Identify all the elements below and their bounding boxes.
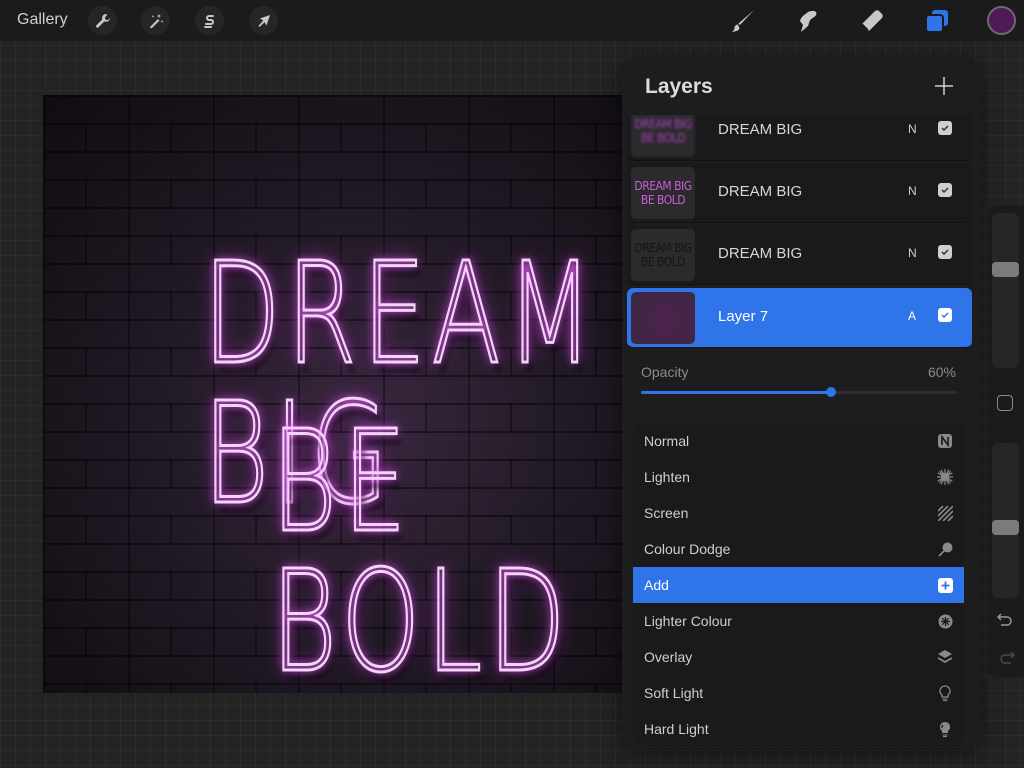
blend-mode-list: Normal Lighten Screen Colour Dodge Add L… — [633, 423, 964, 743]
plus-square-icon — [937, 577, 953, 593]
transform-button[interactable] — [249, 6, 278, 35]
blend-mode-colour-dodge[interactable]: Colour Dodge — [633, 531, 964, 567]
layer-blend-mode[interactable]: N — [908, 122, 917, 136]
layer-row[interactable]: DREAM BIG BE BOLD DREAM BIG N — [627, 163, 972, 223]
redo-button[interactable] — [996, 650, 1016, 666]
layer-visibility-checkbox[interactable] — [938, 245, 952, 259]
paint-tool-button[interactable] — [728, 6, 758, 36]
layer-row[interactable]: DREAM BIG BE BOLD DREAM BIG N — [627, 225, 972, 285]
layer-name: DREAM BIG — [718, 245, 803, 262]
selection-button[interactable] — [195, 6, 224, 35]
lightbulb-filled-icon — [937, 721, 953, 737]
brush-opacity-slider[interactable] — [992, 443, 1019, 598]
brush-size-slider[interactable] — [992, 213, 1019, 368]
arrow-cursor-icon — [258, 14, 270, 27]
gallery-button[interactable]: Gallery — [17, 11, 68, 29]
wrench-icon — [95, 13, 110, 28]
layer-visibility-checkbox[interactable] — [938, 183, 952, 197]
magic-wand-icon — [149, 13, 163, 28]
plus-icon — [935, 77, 953, 95]
checkmark-icon — [941, 125, 949, 132]
undo-button[interactable] — [996, 612, 1016, 628]
layer-visibility-checkbox[interactable] — [938, 308, 952, 322]
opacity-slider-fill — [641, 391, 831, 394]
square-icon[interactable] — [997, 395, 1013, 411]
stack-layers-icon — [937, 649, 953, 665]
blend-mode-hard-light[interactable]: Hard Light — [633, 711, 964, 743]
n-badge-icon — [937, 433, 953, 449]
blend-mode-add-selected[interactable]: Add — [633, 567, 964, 603]
layer-name: Layer 7 — [718, 308, 769, 325]
brush-size-slider-thumb[interactable] — [992, 262, 1019, 277]
layer-name: DREAM BIG — [718, 121, 803, 138]
blend-mode-lighten[interactable]: Lighten — [633, 459, 964, 495]
blend-mode-normal[interactable]: Normal — [633, 423, 964, 459]
adjustments-button[interactable] — [141, 6, 170, 35]
top-toolbar: Gallery — [0, 0, 1024, 41]
layers-panel: Layers DREAM BIG BE BOLD DREAM BIG N DRE… — [622, 58, 980, 748]
opacity-value: 60% — [927, 364, 956, 380]
checkmark-icon — [941, 312, 949, 319]
smudge-tool-button[interactable] — [792, 6, 822, 36]
undo-icon — [997, 613, 1012, 626]
layers-tool-button[interactable] — [922, 6, 952, 36]
checkmark-icon — [941, 249, 949, 256]
sunburst-icon — [937, 469, 953, 485]
opacity-label: Opacity — [641, 364, 689, 380]
layers-panel-title: Layers — [645, 75, 713, 98]
blend-mode-soft-light[interactable]: Soft Light — [633, 675, 964, 711]
actions-button[interactable] — [88, 6, 117, 35]
layer-thumbnail: DREAM BIG BE BOLD — [631, 167, 695, 219]
layer-thumbnail: DREAM BIG BE BOLD — [631, 115, 695, 157]
opacity-slider-knob[interactable] — [825, 387, 836, 397]
side-toolbar — [987, 205, 1024, 677]
layer-blend-mode[interactable]: N — [908, 184, 917, 198]
artwork-canvas[interactable]: DREAM BIG BE BOLD — [43, 95, 623, 693]
redo-icon — [1000, 651, 1015, 664]
dodge-tool-icon — [937, 541, 953, 557]
layers-icon — [925, 10, 948, 33]
color-picker-button[interactable] — [987, 6, 1016, 35]
opacity-slider[interactable] — [641, 387, 957, 397]
neon-text-line-2: BE BOLD — [270, 401, 572, 693]
blend-mode-lighter-colour[interactable]: Lighter Colour — [633, 603, 964, 639]
layer-name: DREAM BIG — [718, 183, 803, 200]
blend-mode-overlay[interactable]: Overlay — [633, 639, 964, 675]
erase-tool-button[interactable] — [858, 6, 888, 36]
hatched-square-icon — [937, 505, 953, 521]
layer-thumbnail: DREAM BIG BE BOLD — [631, 229, 695, 281]
brush-opacity-slider-thumb[interactable] — [992, 520, 1019, 535]
lightbulb-outline-icon — [937, 685, 953, 701]
layer-row-selected[interactable]: Layer 7 A — [627, 288, 972, 348]
eraser-icon — [861, 10, 883, 31]
smudge-finger-icon — [800, 10, 817, 33]
layer-row[interactable]: DREAM BIG BE BOLD DREAM BIG N — [627, 115, 972, 161]
layer-visibility-checkbox[interactable] — [938, 121, 952, 135]
layer-thumbnail — [631, 292, 695, 344]
layer-list: DREAM BIG BE BOLD DREAM BIG N DREAM BIG … — [627, 115, 972, 355]
layer-blend-mode[interactable]: N — [908, 246, 917, 260]
brush-icon — [731, 10, 754, 32]
add-layer-button[interactable] — [932, 74, 956, 98]
layer-blend-mode[interactable]: A — [908, 309, 916, 323]
blend-mode-screen[interactable]: Screen — [633, 495, 964, 531]
selection-s-icon — [203, 14, 214, 28]
checkmark-icon — [941, 187, 949, 194]
star-circle-icon — [937, 613, 953, 629]
